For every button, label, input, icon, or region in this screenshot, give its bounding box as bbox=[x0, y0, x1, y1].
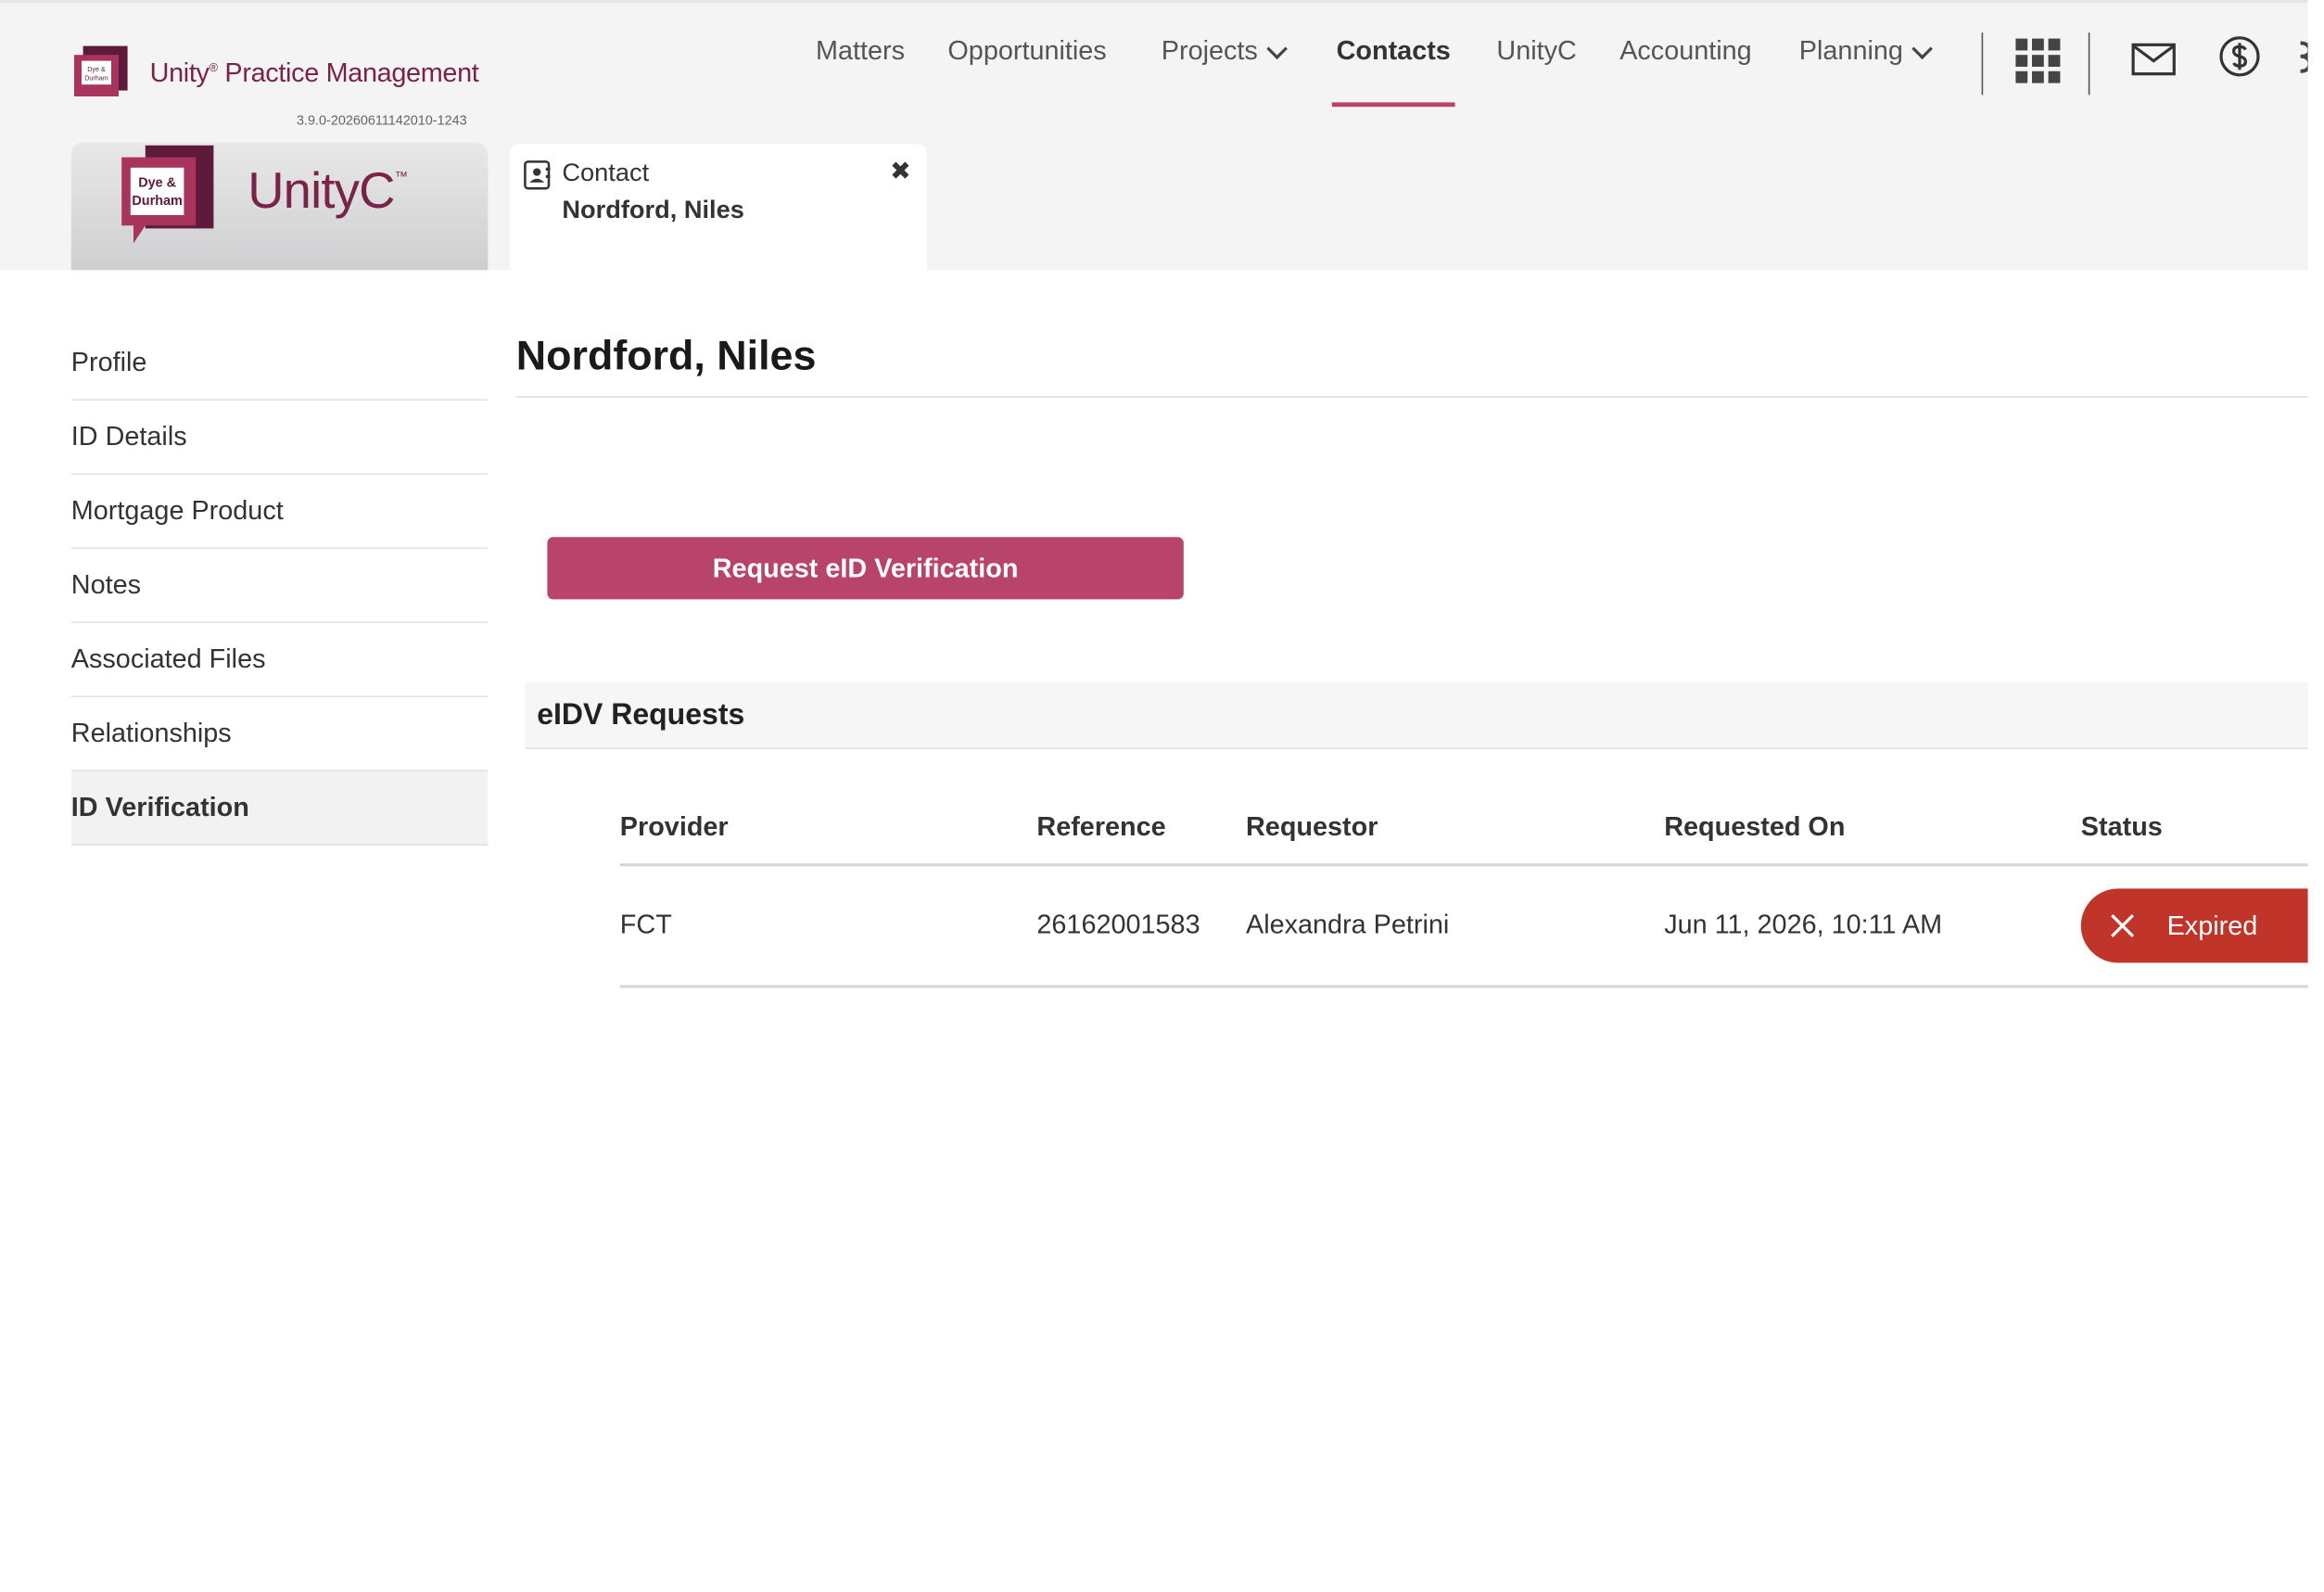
status-badge-label: Expired bbox=[2166, 910, 2258, 940]
eidv-requests-table: Provider Reference Requestor Requested O… bbox=[619, 789, 2324, 988]
unityc-logo-icon: Dye & Durham bbox=[121, 145, 214, 244]
app-grid-icon[interactable] bbox=[2015, 38, 2061, 83]
nav-item-label: Planning bbox=[1798, 35, 1903, 66]
section-title: eIDV Requests bbox=[537, 698, 745, 732]
nav-item-label: Opportunities bbox=[947, 35, 1107, 66]
close-x-icon bbox=[2111, 914, 2135, 938]
status-badge[interactable]: Expired bbox=[2080, 888, 2324, 963]
table-row[interactable]: FCT 26162001583 Alexandra Petrini Jun 11… bbox=[619, 866, 2324, 988]
nav-item-contacts[interactable]: Contacts bbox=[1331, 35, 1455, 108]
sidebar-item-notes[interactable]: Notes bbox=[70, 549, 489, 623]
nav-item-label: Matters bbox=[816, 35, 906, 66]
sidebar-item-id-details[interactable]: ID Details bbox=[70, 401, 489, 475]
contact-card-icon bbox=[524, 160, 551, 190]
unityc-mark-text-line1: Dye & bbox=[138, 176, 176, 191]
nav-item-unityc[interactable]: UnityC bbox=[1496, 35, 1576, 107]
sidebar-item-label: ID Details bbox=[70, 421, 187, 452]
tab-contact-nordford[interactable]: Contact Nordford, Niles ✖ bbox=[510, 144, 927, 271]
sidebar-item-mortgage-product[interactable]: Mortgage Product bbox=[70, 475, 489, 549]
sidebar-item-relationships[interactable]: Relationships bbox=[70, 697, 489, 771]
column-header-reference[interactable]: Reference bbox=[1036, 811, 1165, 843]
brand-name-suffix: Practice Management bbox=[217, 57, 479, 87]
mail-icon[interactable] bbox=[2131, 43, 2176, 76]
unityc-label-text: UnityC bbox=[248, 163, 395, 220]
nav-item-label: UnityC bbox=[1496, 35, 1577, 66]
nav-item-label: Projects bbox=[1161, 35, 1258, 66]
app-root: Dye & Durham Unity® Practice Management … bbox=[0, 0, 2324, 1592]
billing-dollar-icon[interactable] bbox=[2219, 35, 2261, 77]
request-eid-verification-button[interactable]: Request eID Verification bbox=[547, 537, 1184, 600]
sidebar-item-label: ID Verification bbox=[70, 792, 249, 822]
nav-item-accounting[interactable]: Accounting bbox=[1619, 35, 1752, 107]
title-divider bbox=[515, 396, 2324, 398]
sidebar-item-profile[interactable]: Profile bbox=[70, 326, 489, 401]
nav-item-planning[interactable]: Planning bbox=[1798, 35, 1934, 107]
nav-divider bbox=[1981, 32, 1984, 96]
nav-item-opportunities[interactable]: Opportunities bbox=[947, 35, 1106, 107]
tab-contact-name: Nordford, Niles bbox=[562, 196, 744, 224]
cell-requestor: Alexandra Petrini bbox=[1246, 909, 1450, 939]
sidebar-item-label: Associated Files bbox=[70, 643, 266, 674]
unityc-logo-card[interactable]: Dye & Durham UnityC™ bbox=[70, 142, 489, 271]
chevron-down-icon bbox=[1266, 38, 1288, 60]
brand-logo[interactable]: Dye & Durham Unity® Practice Management bbox=[71, 43, 479, 102]
chevron-down-icon bbox=[1911, 38, 1934, 60]
tab-type-label: Contact bbox=[562, 159, 650, 187]
trademark-mark: ™ bbox=[394, 169, 408, 185]
page-title: Nordford, Niles bbox=[515, 332, 817, 378]
column-header-status[interactable]: Status bbox=[2081, 811, 2163, 843]
registered-mark: ® bbox=[209, 59, 218, 74]
dye-durham-logo-icon: Dye & Durham bbox=[74, 45, 128, 96]
sidebar-item-label: Mortgage Product bbox=[70, 495, 284, 526]
sidebar-item-label: Profile bbox=[70, 347, 147, 377]
top-header: Dye & Durham Unity® Practice Management … bbox=[0, 0, 2324, 271]
cell-provider: FCT bbox=[619, 909, 672, 939]
sidebar-item-associated-files[interactable]: Associated Files bbox=[70, 623, 489, 697]
viewport-edge bbox=[2307, 0, 2324, 267]
brand-name-main: Unity bbox=[149, 57, 210, 87]
version-label: 3.9.0-20260611142010-1243 bbox=[297, 112, 467, 128]
section-header-eidv-requests: eIDV Requests bbox=[525, 682, 2324, 749]
brand-name: Unity® Practice Management bbox=[150, 57, 479, 89]
nav-item-label: Accounting bbox=[1619, 35, 1752, 66]
table-header: Provider Reference Requestor Requested O… bbox=[619, 789, 2324, 867]
nav-divider bbox=[2088, 32, 2090, 96]
sidebar: Profile ID Details Mortgage Product Note… bbox=[70, 326, 489, 846]
logo-mark-text-line2: Durham bbox=[84, 73, 108, 82]
column-header-requestor[interactable]: Requestor bbox=[1246, 811, 1378, 843]
viewport-edge bbox=[2307, 267, 2324, 996]
column-header-provider[interactable]: Provider bbox=[620, 811, 729, 843]
close-icon[interactable]: ✖ bbox=[890, 158, 911, 187]
unityc-label: UnityC™ bbox=[248, 163, 408, 221]
sidebar-item-label: Relationships bbox=[70, 718, 232, 748]
cell-requested-on: Jun 11, 2026, 10:11 AM bbox=[1664, 909, 1943, 939]
cell-reference: 26162001583 bbox=[1036, 909, 1200, 939]
nav-item-matters[interactable]: Matters bbox=[816, 35, 905, 107]
nav-item-projects[interactable]: Projects bbox=[1161, 35, 1288, 107]
unityc-mark-text-line2: Durham bbox=[132, 194, 182, 209]
sidebar-item-label: Notes bbox=[70, 569, 142, 600]
nav-item-label: Contacts bbox=[1336, 35, 1451, 66]
sidebar-item-id-verification[interactable]: ID Verification bbox=[70, 771, 489, 846]
column-header-requested-on[interactable]: Requested On bbox=[1664, 811, 1845, 843]
logo-mark-text-line1: Dye & bbox=[87, 65, 106, 73]
